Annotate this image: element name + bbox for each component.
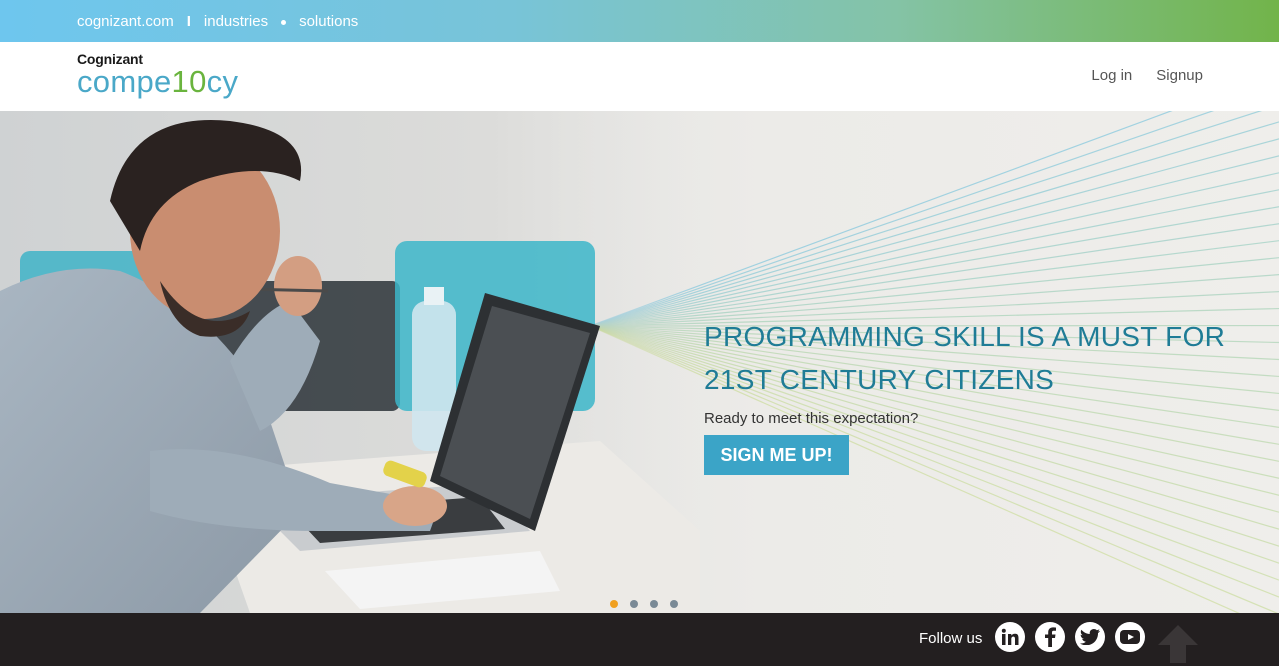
- carousel-indicators: [610, 600, 678, 608]
- youtube-icon[interactable]: [1115, 622, 1145, 652]
- header-nav: Log in Signup: [1091, 67, 1203, 84]
- industries-link[interactable]: industries: [204, 13, 268, 30]
- logo-product-prefix: compe: [77, 64, 172, 99]
- logo-product-suffix: cy: [206, 64, 239, 99]
- site-footer: Follow us: [0, 613, 1279, 666]
- carousel-dot[interactable]: [610, 600, 618, 608]
- arrow-up-icon[interactable]: [1156, 623, 1200, 663]
- site-header: Cognizant compe10cy Log in Signup: [0, 42, 1279, 111]
- hero-banner: PROGRAMMING SKILL IS A MUST FOR 21ST CEN…: [0, 111, 1279, 613]
- logo-product-accent: 10: [171, 64, 207, 99]
- hero-title: PROGRAMMING SKILL IS A MUST FOR 21ST CEN…: [704, 315, 1244, 401]
- site-logo[interactable]: Cognizant compe10cy: [77, 52, 238, 98]
- hero-photo: [0, 111, 700, 613]
- carousel-dot[interactable]: [630, 600, 638, 608]
- separator-bar: I: [186, 12, 191, 30]
- top-links-bar: cognizant.com I industries solutions: [0, 0, 1279, 42]
- hero-title-line-1: PROGRAMMING SKILL IS A MUST FOR: [704, 321, 1226, 352]
- cognizant-link[interactable]: cognizant.com: [77, 13, 174, 30]
- twitter-icon[interactable]: [1075, 622, 1105, 652]
- hero-title-line-2: 21ST CENTURY CITIZENS: [704, 364, 1055, 395]
- logo-product: compe10cy: [77, 66, 238, 98]
- carousel-dot[interactable]: [650, 600, 658, 608]
- linkedin-icon[interactable]: [995, 622, 1025, 652]
- follow-us-label: Follow us: [919, 630, 983, 647]
- social-links: [995, 622, 1145, 652]
- separator-dot: [281, 19, 287, 25]
- sign-me-up-button[interactable]: SIGN ME UP!: [704, 435, 849, 475]
- solutions-link[interactable]: solutions: [299, 13, 358, 30]
- carousel-dot[interactable]: [670, 600, 678, 608]
- hero-subtitle: Ready to meet this expectation?: [704, 410, 919, 427]
- signup-link[interactable]: Signup: [1156, 67, 1203, 84]
- facebook-icon[interactable]: [1035, 622, 1065, 652]
- login-link[interactable]: Log in: [1091, 67, 1132, 84]
